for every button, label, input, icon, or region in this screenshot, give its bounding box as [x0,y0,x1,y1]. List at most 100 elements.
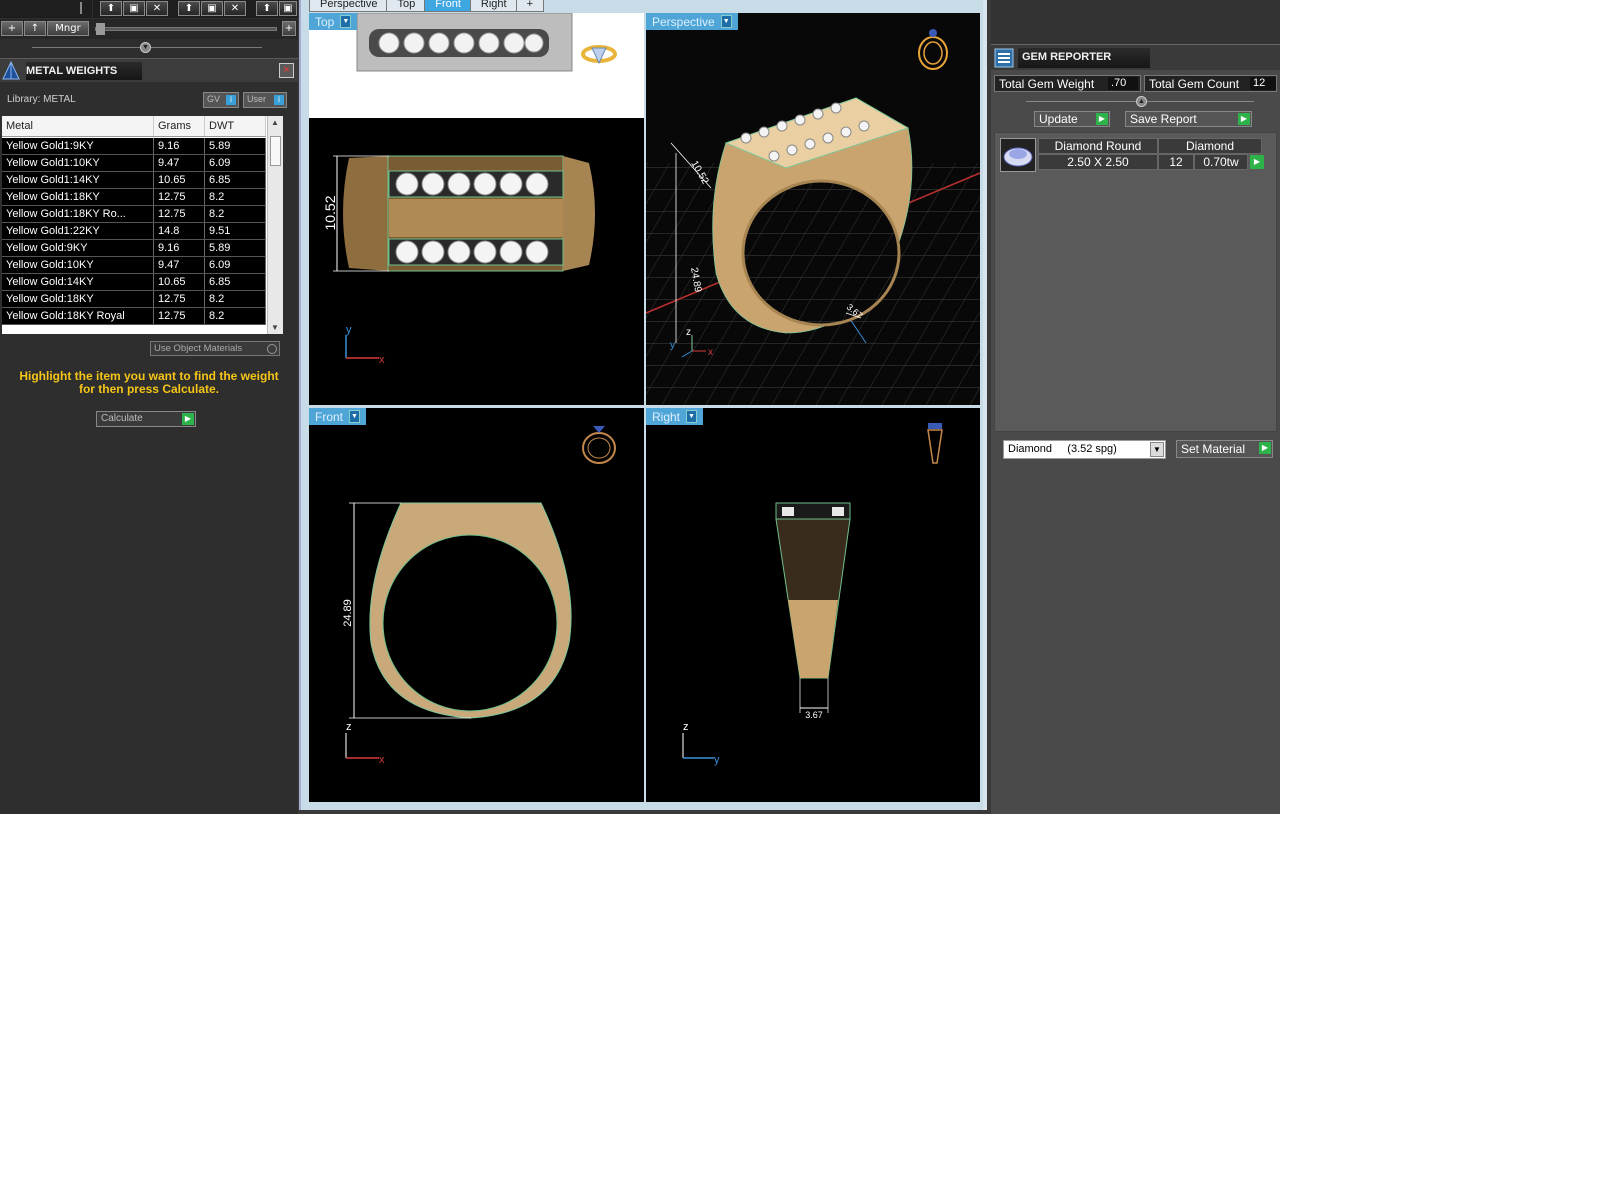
viewport-right-label[interactable]: Right ▼ [646,408,704,425]
zoom-slider[interactable] [95,23,277,35]
collapse-icon[interactable]: ▼ [140,42,151,53]
zoom-plus-button[interactable]: + [282,21,296,36]
tab-add[interactable]: + [515,0,545,12]
gem-size: 2.50 X 2.50 [1038,154,1158,170]
total-gem-weight-label: Total Gem Weight [999,77,1095,91]
perspective-view-canvas: 24.89 10.52 3.67 z y x [646,13,980,405]
cell-grams: 10.65 [154,274,205,290]
chevron-down-icon-2[interactable]: ▼ [720,15,732,28]
right-view-canvas: 3.67 z y [682,423,943,766]
table-row[interactable]: Yellow Gold:10KY 9.47 6.09 [2,257,266,274]
delete-icon-2[interactable]: ✕ [224,1,246,16]
metal-table-body: Yellow Gold1:9KY 9.16 5.89 Yellow Gold1:10K… [2,138,266,325]
viewport-tabs: Perspective Top Front Right + [309,0,545,12]
set-material-button[interactable]: Set Material ▶ [1176,440,1273,458]
table-row[interactable]: Yellow Gold:9KY 9.16 5.89 [2,240,266,257]
move-up-icon-3[interactable]: ⬆ [256,1,278,16]
table-row[interactable]: Yellow Gold1:10KY 9.47 6.09 [2,155,266,172]
tab-perspective[interactable]: Perspective [309,0,389,12]
close-icon[interactable]: × [279,63,294,78]
save-icon[interactable]: ▣ [123,1,145,16]
cell-grams: 9.47 [154,257,205,273]
gv-toggle[interactable]: GV i [203,92,239,108]
tab-front[interactable]: Front [424,0,472,12]
table-row[interactable]: Yellow Gold1:18KY Ro... 12.75 8.2 [2,206,266,223]
cell-grams: 12.75 [154,206,205,222]
move-up-icon-2[interactable]: ⬆ [178,1,200,16]
cell-dwt: 6.85 [205,274,266,290]
front-view-canvas: 24.89 z x [342,426,616,766]
gem-select-button[interactable]: ▶ [1250,155,1264,169]
viewport-perspective-label[interactable]: Perspective ▼ [646,13,738,30]
metal-table-scrollbar[interactable]: ▲ ▼ [267,116,283,334]
save-report-button[interactable]: Save Report ▶ [1125,111,1252,127]
table-row[interactable]: Yellow Gold1:9KY 9.16 5.89 [2,138,266,155]
user-toggle[interactable]: User i [243,92,287,108]
zoom-slider-handle[interactable] [96,23,105,35]
tab-top[interactable]: Top [386,0,427,12]
ring-side-icon [927,423,943,464]
total-gem-count-label: Total Gem Count [1149,77,1240,91]
cell-metal: Yellow Gold1:9KY [2,138,154,154]
column-header-grams[interactable]: Grams [154,116,205,136]
manager-button[interactable]: Mngr [47,21,89,36]
cell-grams: 10.65 [154,172,205,188]
scroll-up-icon[interactable]: ▲ [271,118,279,127]
table-row[interactable]: Yellow Gold:18KY Royal 12.75 8.2 [2,308,266,325]
viewport-front[interactable]: 24.89 z x Front ▼ [309,408,644,802]
viewport-top-title: Top [315,14,335,29]
axis-y-label: y [346,324,352,336]
calculate-button[interactable]: Calculate ▶ [96,411,196,427]
add-button[interactable]: + [1,21,23,36]
tab-right[interactable]: Right [469,0,518,12]
gem-count: 12 [1158,154,1194,170]
metal-table-header: Metal Grams DWT [2,116,266,137]
table-row[interactable]: Yellow Gold:18KY 12.75 8.2 [2,291,266,308]
viewport-top[interactable]: 10.52 y x Top ▼ [309,13,644,405]
save-icon-2[interactable]: ▣ [201,1,223,16]
list-item[interactable]: Diamond Round Diamond 2.50 X 2.50 12 0.7… [1000,138,1270,172]
cell-metal: Yellow Gold:18KY [2,291,154,307]
chevron-down-icon-4[interactable]: ▼ [686,410,698,423]
play-icon-4: ▶ [1259,442,1271,454]
up-button[interactable]: ↑ [24,21,46,36]
viewport-top-label[interactable]: Top ▼ [309,13,358,30]
table-row[interactable]: Yellow Gold1:14KY 10.65 6.85 [2,172,266,189]
move-up-icon[interactable]: ⬆ [100,1,122,16]
viewport-front-label[interactable]: Front ▼ [309,408,367,425]
delete-icon[interactable]: ✕ [146,1,168,16]
material-select-value: Diamond (3.52 spg) [1008,443,1117,455]
cell-metal: Yellow Gold:10KY [2,257,154,273]
calculate-label: Calculate [101,413,143,424]
total-gem-count-field: Total Gem Count 12 [1144,75,1277,92]
use-object-materials-checkbox[interactable]: Use Object Materials [150,341,280,356]
viewport-front-title: Front [315,409,344,424]
table-row[interactable]: Yellow Gold1:22KY 14.8 9.51 [2,223,266,240]
top-dimension: 10.52 [322,195,338,230]
scroll-thumb[interactable] [270,136,281,166]
column-header-metal[interactable]: Metal [2,116,154,136]
viewport-perspective[interactable]: 24.89 10.52 3.67 z y x Perspective ▼ [646,13,980,405]
scroll-down-icon[interactable]: ▼ [271,323,279,332]
cell-dwt: 6.09 [205,257,266,273]
table-row[interactable]: Yellow Gold1:18KY 12.75 8.2 [2,189,266,206]
total-gem-weight-field: Total Gem Weight .70 [994,75,1141,92]
collapse-icon-2[interactable]: ▲ [1136,96,1147,107]
chevron-down-icon-3[interactable]: ▼ [349,410,361,423]
cell-dwt: 9.51 [205,223,266,239]
material-select[interactable]: Diamond (3.52 spg) ▼ [1003,440,1166,459]
checkbox-icon[interactable] [267,344,277,354]
viewport-right[interactable]: 3.67 z y Right ▼ [646,408,980,802]
cell-dwt: 5.89 [205,240,266,256]
column-header-dwt[interactable]: DWT [205,116,266,136]
table-row[interactable]: Yellow Gold:14KY 10.65 6.85 [2,274,266,291]
viewport-area: Perspective Top Front Right + 10.52 y x … [299,0,987,810]
diamond-round-icon [1000,138,1036,172]
cell-metal: Yellow Gold1:18KY Ro... [2,206,154,222]
save-icon-3[interactable]: ▣ [279,1,297,16]
app-window: ⬆ ▣ ✕ ⬆ ▣ ✕ ⬆ ▣ + ↑ Mngr + ▼ METAL WEIGH… [0,0,1280,814]
update-button[interactable]: Update ▶ [1034,111,1110,127]
chevron-down-icon-5[interactable]: ▼ [1150,442,1164,457]
persp-axis-z-label: z [686,327,691,338]
chevron-down-icon[interactable]: ▼ [340,15,352,28]
